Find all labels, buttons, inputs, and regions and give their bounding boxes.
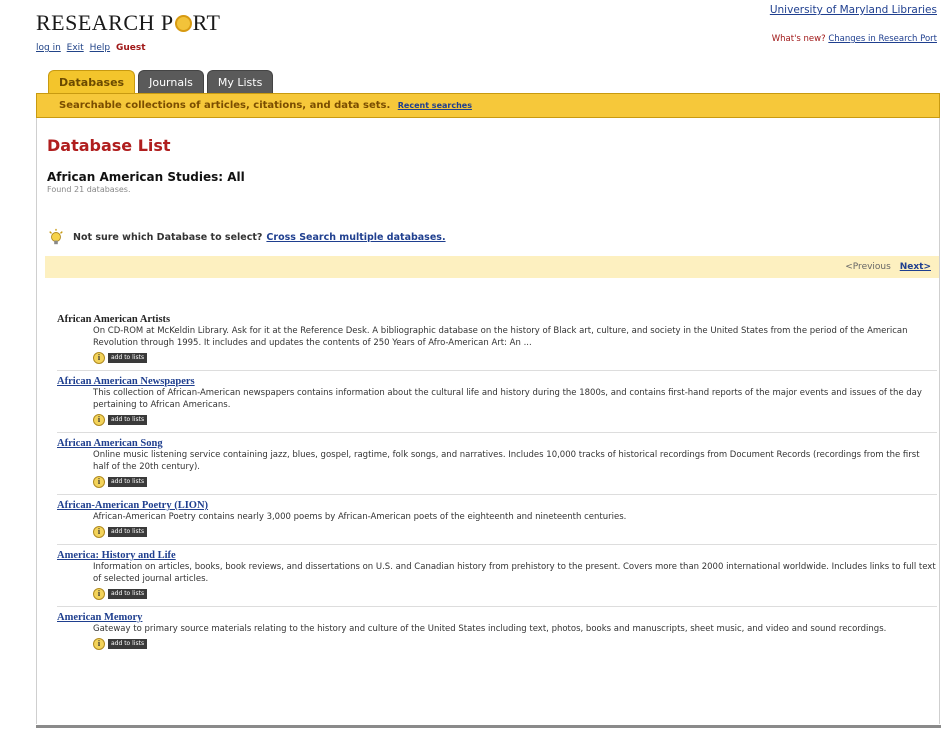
entry-actions: i add to lists xyxy=(93,413,937,427)
whats-new-label: What's new? xyxy=(771,34,826,44)
tab-databases[interactable]: Databases xyxy=(48,70,136,93)
lightbulb-icon xyxy=(49,228,63,245)
logo-text-start: RESEARCH P xyxy=(36,10,174,35)
changes-link[interactable]: Changes in Research Port xyxy=(828,34,937,44)
tab-my-lists[interactable]: My Lists xyxy=(206,70,274,93)
sun-icon xyxy=(174,15,192,32)
tab-bar: Databases Journals My Lists xyxy=(48,70,274,93)
add-to-lists-button[interactable]: add to lists xyxy=(108,589,148,599)
entry-actions: i add to lists xyxy=(93,475,937,489)
result-count: Found 21 databases. xyxy=(47,185,131,194)
database-list: African American Artists On CD-ROM at Mc… xyxy=(57,314,937,661)
research-port-logo: RESEARCH P RT xyxy=(36,10,220,36)
database-description: This collection of African-American news… xyxy=(93,388,922,410)
banner-text: Searchable collections of articles, cita… xyxy=(59,100,391,111)
list-item: African American Newspapers This collect… xyxy=(57,376,937,433)
cross-search-hint: Not sure which Database to select? Cross… xyxy=(47,228,446,246)
database-title-link[interactable]: African-American Poetry (LION) xyxy=(57,500,937,511)
info-icon[interactable]: i xyxy=(93,526,105,538)
entry-actions: i add to lists xyxy=(93,525,937,539)
content-panel: Database List African American Studies: … xyxy=(36,118,940,724)
add-to-lists-button[interactable]: add to lists xyxy=(108,477,148,487)
entry-actions: i add to lists xyxy=(93,637,937,651)
bottom-border xyxy=(36,725,941,728)
info-icon[interactable]: i xyxy=(93,414,105,426)
umd-libraries-link[interactable]: University of Maryland Libraries xyxy=(770,4,937,16)
whats-new: What's new? Changes in Research Port xyxy=(772,34,937,44)
list-item: America: History and Life Information on… xyxy=(57,550,937,607)
info-icon[interactable]: i xyxy=(93,638,105,650)
category-title: African American Studies: All xyxy=(47,170,245,184)
info-icon[interactable]: i xyxy=(93,352,105,364)
database-description: Online music listening service containin… xyxy=(93,450,920,472)
page-title: Database List xyxy=(47,136,171,155)
database-description: Information on articles, books, book rev… xyxy=(93,562,936,584)
user-links: log in Exit Help Guest xyxy=(36,43,146,53)
list-item: African American Song Online music liste… xyxy=(57,438,937,495)
database-description: On CD-ROM at McKeldin Library. Ask for i… xyxy=(93,326,908,348)
entry-actions: i add to lists xyxy=(93,587,937,601)
help-link[interactable]: Help xyxy=(90,43,111,53)
logo-text-end: RT xyxy=(192,10,221,35)
database-title-link[interactable]: African American Song xyxy=(57,438,937,449)
tab-journals[interactable]: Journals xyxy=(138,70,204,93)
pagination-bar: <Previous Next> xyxy=(45,256,939,278)
database-title-link[interactable]: African American Newspapers xyxy=(57,376,937,387)
database-title-link[interactable]: American Memory xyxy=(57,612,937,623)
add-to-lists-button[interactable]: add to lists xyxy=(108,639,148,649)
user-status: Guest xyxy=(116,43,146,53)
list-item: African-American Poetry (LION) African-A… xyxy=(57,500,937,545)
entry-actions: i add to lists xyxy=(93,351,937,365)
recent-searches-link[interactable]: Recent searches xyxy=(398,101,472,110)
hint-text: Not sure which Database to select? xyxy=(73,231,263,243)
database-description: African-American Poetry contains nearly … xyxy=(93,512,627,522)
database-title: African American Artists xyxy=(57,314,171,325)
info-icon[interactable]: i xyxy=(93,476,105,488)
add-to-lists-button[interactable]: add to lists xyxy=(108,415,148,425)
previous-link: <Previous xyxy=(845,262,891,272)
tab-banner: Searchable collections of articles, cita… xyxy=(36,93,940,118)
next-link[interactable]: Next> xyxy=(900,262,931,272)
list-item: American Memory Gateway to primary sourc… xyxy=(57,612,937,656)
login-link[interactable]: log in xyxy=(36,43,61,53)
list-item: African American Artists On CD-ROM at Mc… xyxy=(57,314,937,371)
add-to-lists-button[interactable]: add to lists xyxy=(108,353,148,363)
database-description: Gateway to primary source materials rela… xyxy=(93,624,887,634)
database-title-link[interactable]: America: History and Life xyxy=(57,550,937,561)
exit-link[interactable]: Exit xyxy=(67,43,84,53)
add-to-lists-button[interactable]: add to lists xyxy=(108,527,148,537)
cross-search-link[interactable]: Cross Search multiple databases. xyxy=(266,232,445,243)
info-icon[interactable]: i xyxy=(93,588,105,600)
